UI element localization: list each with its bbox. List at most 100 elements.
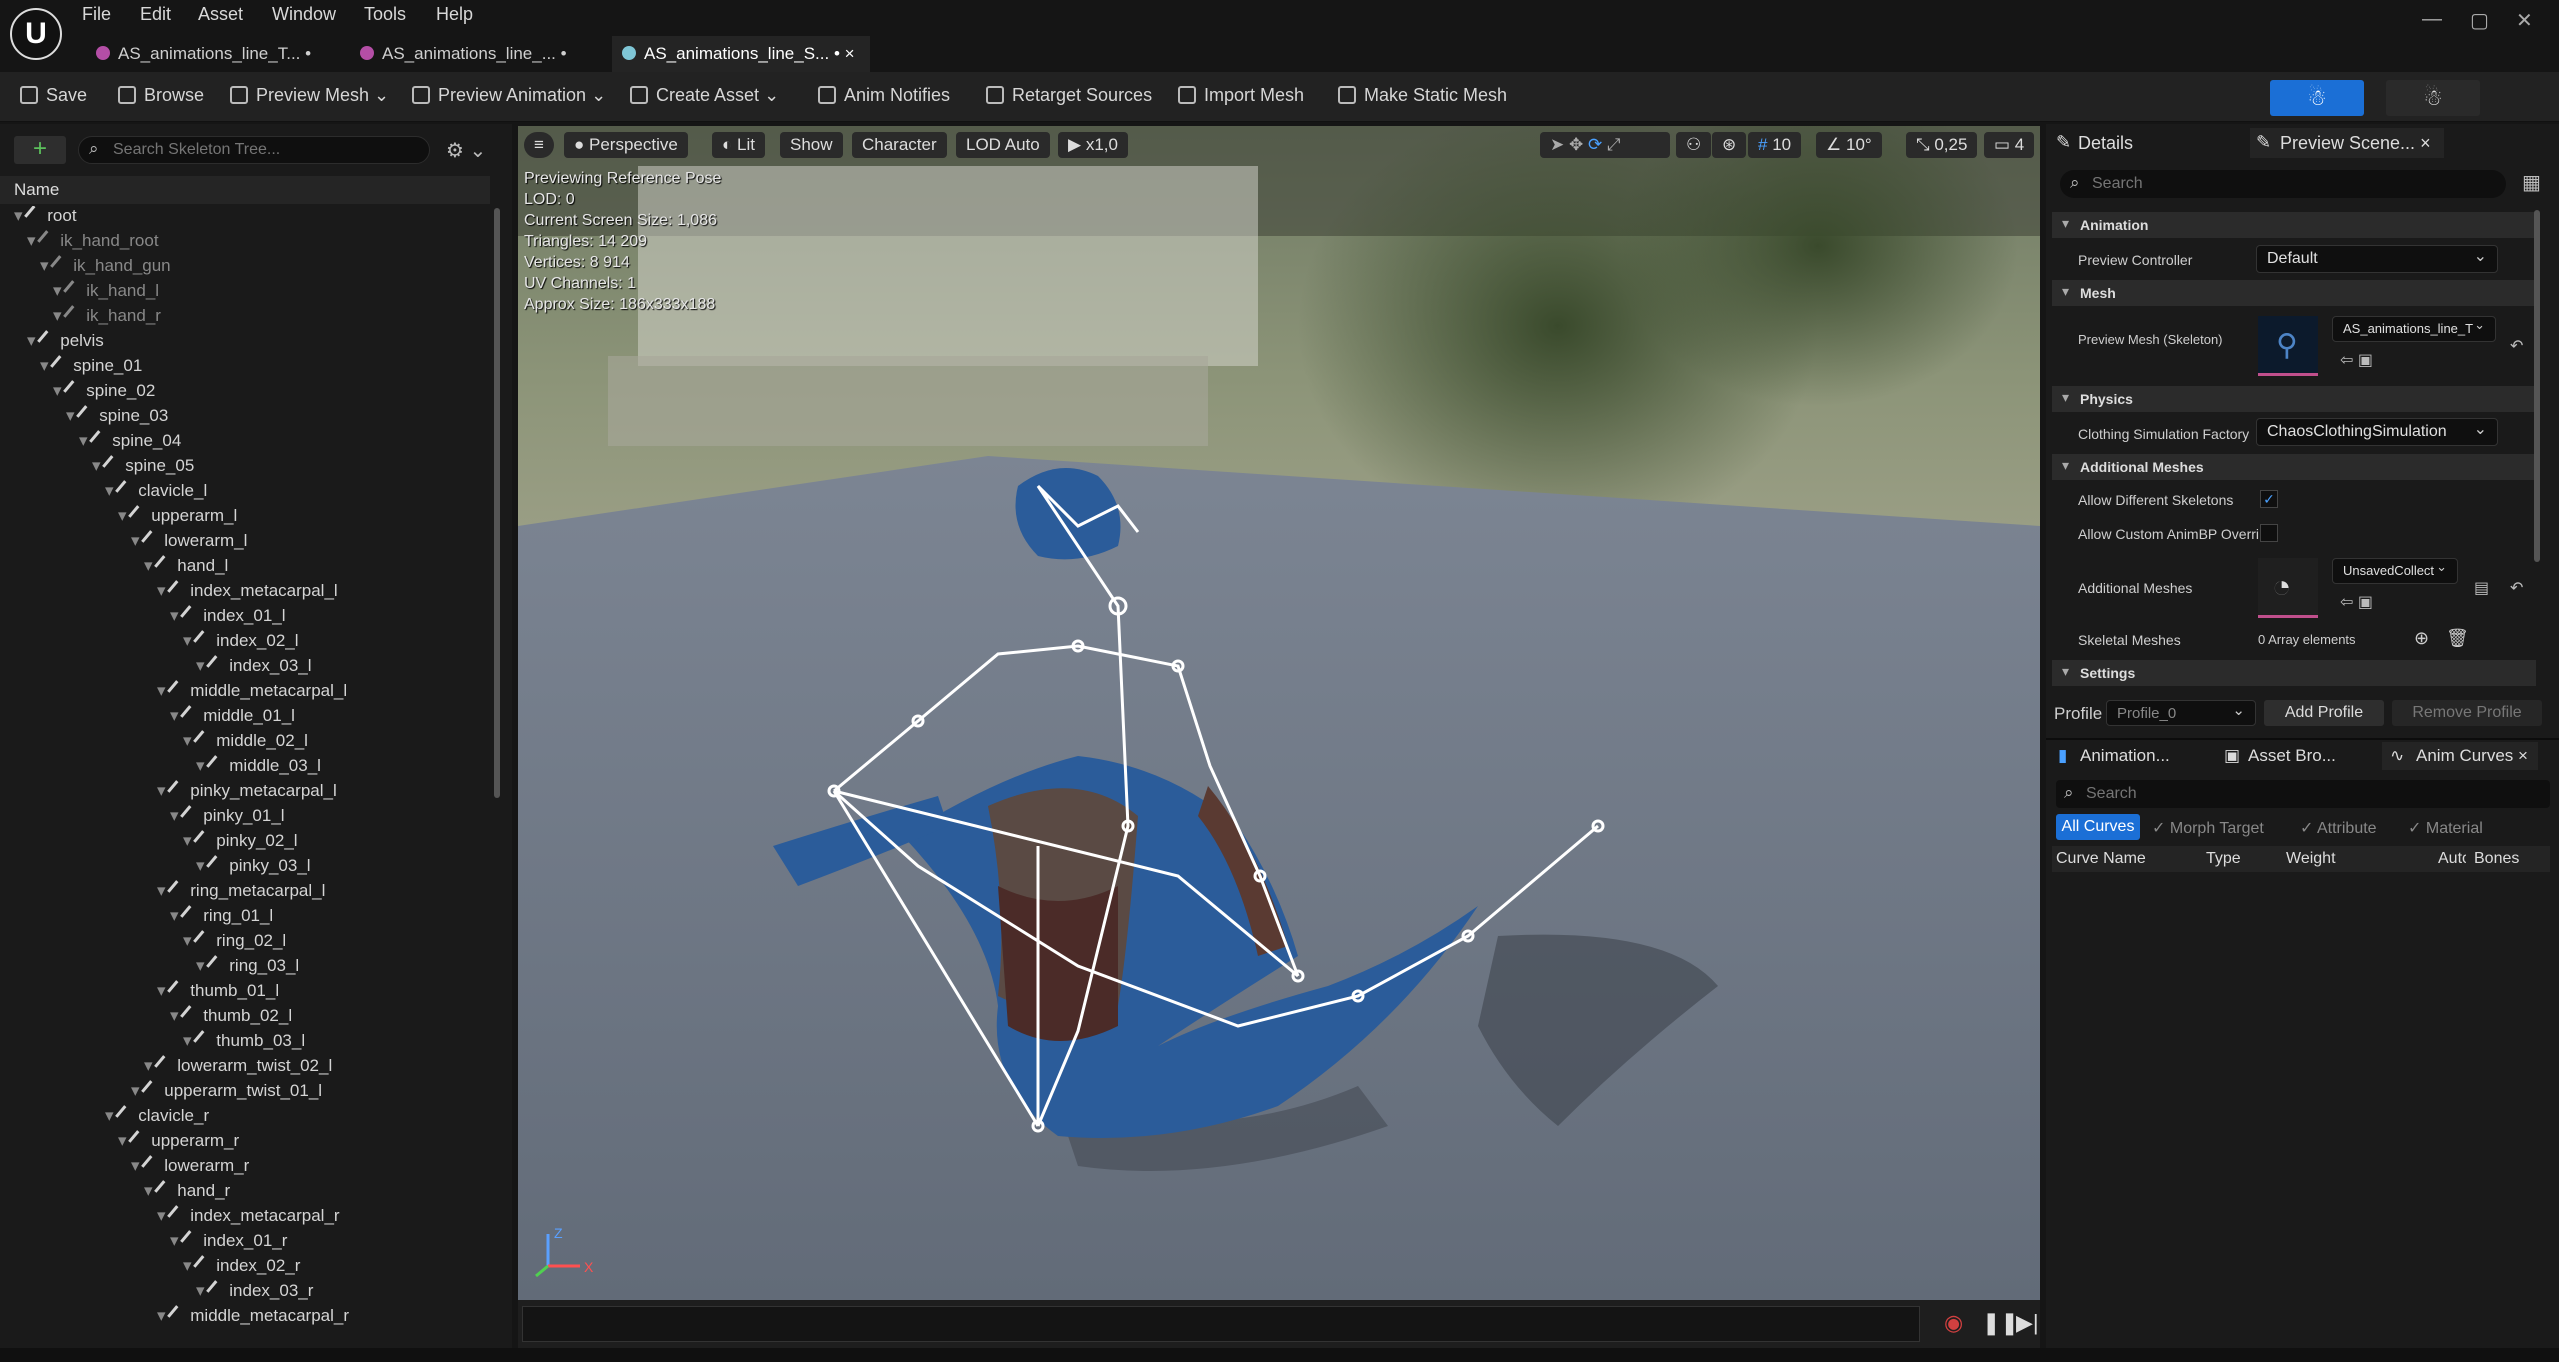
save-button[interactable]: Save (20, 85, 87, 106)
lod-button[interactable]: LOD Auto (956, 132, 1050, 158)
maximize-icon[interactable]: ▢ (2470, 8, 2489, 33)
curves-search-input[interactable] (2086, 784, 2536, 804)
timeline-scrubber[interactable] (522, 1306, 1920, 1342)
bone-row[interactable]: ▾ middle_metacarpal_r (157, 1305, 349, 1330)
close-window-icon[interactable]: ✕ (2516, 8, 2533, 33)
bone-row[interactable]: ▾ ring_03_l (196, 955, 299, 980)
section-physics[interactable]: Physics (2052, 386, 2536, 412)
viewport[interactable]: Z X (518, 126, 2040, 1300)
bone-row[interactable]: ▾ ring_02_l (183, 930, 286, 955)
filter-attribute[interactable]: ✓ Attribute (2300, 818, 2377, 838)
column-type[interactable]: Type (2206, 850, 2241, 868)
minimize-icon[interactable]: — (2422, 8, 2442, 31)
column-auto[interactable]: Auto (2438, 850, 2466, 868)
delete-all-icon[interactable]: 🗑 (2446, 628, 2469, 649)
retarget-sources-button[interactable]: Retarget Sources (986, 85, 1152, 106)
bone-row[interactable]: ▾ index_02_r (183, 1255, 300, 1280)
character-button[interactable]: Character (852, 132, 947, 158)
collection-thumbnail[interactable]: ◔ (2258, 558, 2318, 618)
use-selected-asset-icon[interactable]: ⇦ ▣ (2340, 350, 2373, 370)
add-profile-button[interactable]: Add Profile (2264, 700, 2384, 726)
clothing-factory-combo[interactable]: ChaosClothingSimulation (2256, 418, 2498, 446)
tree-scrollbar[interactable] (494, 208, 500, 798)
step-forward-icon[interactable]: ▶| (2016, 1310, 2039, 1336)
tab-details[interactable]: ✎ Details (2052, 128, 2248, 158)
bone-row[interactable]: ▾ index_metacarpal_r (157, 1205, 340, 1230)
tab-anim-curves[interactable]: ∿ Anim Curves × (2382, 742, 2538, 770)
bone-row[interactable]: ▾ ring_metacarpal_l (157, 880, 325, 905)
import-mesh-button[interactable]: Import Mesh (1178, 85, 1304, 106)
bone-row[interactable]: ▾ pinky_01_l (170, 805, 285, 830)
perspective-button[interactable]: ● Perspective (564, 132, 688, 158)
menu-window[interactable]: Window (272, 4, 336, 25)
allow-custom-animbp-checkbox[interactable] (2260, 524, 2278, 542)
allow-different-skeletons-checkbox[interactable]: ✓ (2260, 490, 2278, 508)
close-tab-icon[interactable]: × (2518, 746, 2528, 765)
bone-row[interactable]: ▾ lowerarm_r (131, 1155, 249, 1180)
reset-to-default-icon[interactable]: ↶ (2510, 336, 2523, 356)
bone-row[interactable]: ▾ thumb_02_l (170, 1005, 292, 1030)
bone-row[interactable]: ▾ index_01_r (170, 1230, 287, 1255)
animation-mode-button[interactable]: ☃ (2386, 80, 2480, 116)
bone-row[interactable]: ▾ pelvis (27, 330, 104, 355)
skeleton-search-box[interactable]: ⌕ (78, 136, 430, 164)
bone-row[interactable]: ▾ root (14, 206, 77, 230)
menu-tools[interactable]: Tools (364, 4, 406, 25)
reset-to-default-icon[interactable]: ↶ (2510, 578, 2523, 598)
menu-asset[interactable]: Asset (198, 4, 243, 25)
bone-row[interactable]: ▾ pinky_03_l (196, 855, 311, 880)
bone-row[interactable]: ▾ pinky_02_l (183, 830, 298, 855)
property-matrix-icon[interactable]: ▦ (2522, 170, 2541, 195)
make-static-mesh-button[interactable]: Make Static Mesh (1338, 85, 1507, 106)
column-curve-name[interactable]: Curve Name (2056, 850, 2146, 868)
preview-animation-button[interactable]: Preview Animation ⌄ (412, 85, 606, 106)
bone-row[interactable]: ▾ middle_metacarpal_l (157, 680, 347, 705)
bone-row[interactable]: ▾ ring_01_l (170, 905, 273, 930)
bone-row[interactable]: ▾ ik_hand_root (27, 230, 159, 255)
bone-row[interactable]: ▾ index_03_l (196, 655, 312, 680)
bone-row[interactable]: ▾ spine_02 (53, 380, 155, 405)
tab-preview-scene[interactable]: ✎ Preview Scene... × (2250, 128, 2444, 158)
bone-row[interactable]: ▾ pinky_metacarpal_l (157, 780, 337, 805)
surface-snap-icon[interactable]: ⚇ (1676, 132, 1712, 158)
menu-file[interactable]: File (82, 4, 111, 25)
world-local-icon[interactable]: ⊛ (1712, 132, 1747, 158)
remove-profile-button[interactable]: Remove Profile (2392, 700, 2542, 726)
close-tab-icon[interactable]: × (2420, 133, 2431, 153)
lit-button[interactable]: ◐ Lit (712, 132, 765, 158)
close-tab-icon[interactable]: × (845, 44, 855, 63)
mesh-thumbnail[interactable]: ⚲ (2258, 316, 2318, 376)
pause-icon[interactable]: ❚❚ (1982, 1310, 2019, 1336)
bone-row[interactable]: ▾ upperarm_l (118, 505, 237, 530)
section-animation[interactable]: Animation (2052, 212, 2536, 238)
bone-row[interactable]: ▾ middle_03_l (196, 755, 321, 780)
bone-row[interactable]: ▾ ik_hand_gun (40, 255, 171, 280)
bone-row[interactable]: ▾ spine_03 (66, 405, 168, 430)
bone-row[interactable]: ▾ index_01_l (170, 605, 286, 630)
bone-row[interactable]: ▾ thumb_03_l (183, 1030, 305, 1055)
transform-tools[interactable]: ➤ ✥ ⟳ ⤢ (1540, 132, 1670, 158)
bone-row[interactable]: ▾ thumb_01_l (157, 980, 279, 1005)
tab-animation[interactable]: ▮ Animation... (2052, 742, 2208, 770)
browse-button[interactable]: Browse (118, 85, 204, 106)
preview-mesh-combo[interactable]: AS_animations_line_T (2332, 316, 2496, 342)
record-icon[interactable]: ◉ (1944, 1310, 1963, 1336)
bone-row[interactable]: ▾ clavicle_l (105, 480, 207, 505)
filter-material[interactable]: ✓ Material (2408, 818, 2483, 838)
details-scrollbar[interactable] (2534, 210, 2540, 562)
bone-row[interactable]: ▾ spine_01 (40, 355, 142, 380)
profile-combo[interactable]: Profile_0 (2106, 700, 2256, 726)
bone-row[interactable]: ▾ index_metacarpal_l (157, 580, 338, 605)
column-weight[interactable]: Weight (2286, 850, 2336, 868)
filter-all-curves[interactable]: All Curves (2056, 814, 2140, 840)
bone-row[interactable]: ▾ index_03_r (196, 1280, 313, 1305)
bone-row[interactable]: ▾ ik_hand_r (53, 305, 161, 330)
tab-asset-browser[interactable]: ▣ Asset Bro... (2218, 742, 2378, 770)
bone-row[interactable]: ▾ index_02_l (183, 630, 299, 655)
scale-snap-button[interactable]: ⤡ 0,25 (1906, 132, 1978, 158)
playback-speed-button[interactable]: ▶ x1,0 (1058, 132, 1128, 158)
details-search-box[interactable]: ⌕ (2060, 170, 2506, 198)
filter-morph-target[interactable]: ✓ Morph Target (2152, 818, 2264, 838)
viewport-options-menu-icon[interactable]: ≡ (524, 132, 554, 158)
bone-row[interactable]: ▾ spine_05 (92, 455, 194, 480)
